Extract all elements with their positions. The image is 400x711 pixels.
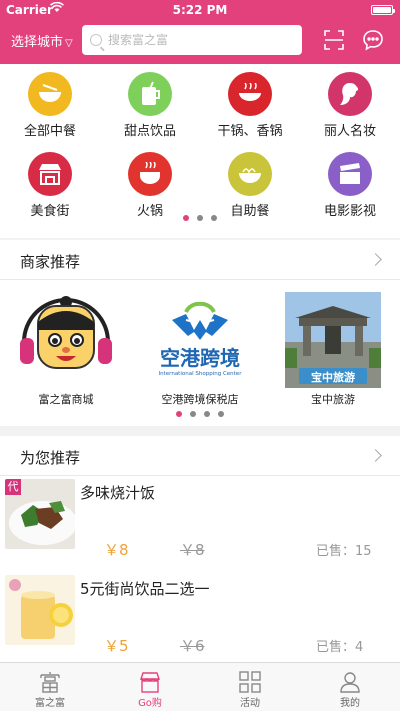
pager-dot	[190, 411, 196, 417]
category-item[interactable]: 火锅	[100, 144, 200, 224]
search-input[interactable]	[108, 25, 298, 55]
recommend-header[interactable]: 为您推荐	[0, 436, 400, 476]
hotpot-icon	[128, 152, 172, 196]
city-label: 选择城市	[11, 35, 64, 50]
agent-badge: 代	[5, 479, 21, 495]
merchant-carousel: 富之富商城 空港跨境 International Shopping Center…	[0, 280, 400, 426]
logo-subtitle: International Shopping Center	[158, 371, 242, 377]
bowl-icon	[28, 72, 72, 116]
status-bar: Carrier 5:22 PM	[0, 0, 400, 20]
tab-mine[interactable]: 我的	[300, 663, 400, 711]
product-sold-count: 已售：15	[316, 544, 372, 559]
merchant-card[interactable]: 富之富商城	[11, 292, 121, 407]
merchants-header[interactable]: 商家推荐	[0, 240, 400, 280]
tab-home[interactable]: 富之富	[0, 663, 100, 711]
category-item[interactable]: 自助餐	[200, 144, 300, 224]
tab-bar: 富之富 Go购 活动 我的	[0, 662, 400, 711]
product-original-price: ￥6	[180, 637, 205, 655]
scan-icon[interactable]	[324, 30, 344, 50]
product-title: 5元街尚饮品二选一	[80, 580, 210, 598]
chevron-down-icon: ▽	[65, 38, 73, 49]
logo-title: 空港跨境	[160, 346, 240, 370]
chevron-right-icon	[369, 449, 382, 462]
battery-icon	[371, 5, 395, 15]
merchant-card[interactable]: 空港跨境 International Shopping Center 空港跨境保…	[145, 292, 255, 407]
merchant-name: 宝中旅游	[311, 393, 355, 406]
category-label: 丽人名妆	[323, 124, 376, 139]
shop-icon	[140, 672, 160, 693]
product-original-price: ￥8	[180, 541, 205, 559]
product-item[interactable]: 5元街尚饮品二选一 ￥5 ￥6 已售：4	[0, 572, 400, 665]
section-title: 商家推荐	[20, 253, 81, 271]
tab-activities[interactable]: 活动	[200, 663, 300, 711]
storefront-icon	[28, 152, 72, 196]
category-item[interactable]: 美食街	[0, 144, 100, 224]
tab-label: 富之富	[35, 698, 65, 709]
category-pager[interactable]	[0, 215, 400, 221]
category-item[interactable]: 干锅、香锅	[200, 64, 300, 144]
product-title: 多味烧汁饭	[80, 484, 156, 502]
tab-label: 活动	[240, 698, 260, 709]
product-price: ￥8	[104, 541, 129, 559]
city-selector[interactable]: 选择城市 ▽	[11, 31, 73, 50]
drink-icon	[128, 72, 172, 116]
product-price: ￥5	[104, 637, 129, 655]
category-label: 干锅、香锅	[217, 124, 283, 139]
product-image	[5, 575, 75, 645]
pager-dot	[183, 215, 189, 221]
beauty-icon	[328, 72, 372, 116]
header-bar: Carrier 5:22 PM 选择城市 ▽	[0, 0, 400, 64]
user-icon	[340, 672, 360, 693]
category-grid: 全部中餐 甜点饮品 干锅、香锅 丽人名妆 美食街 火锅 自助餐 电影影视	[0, 64, 400, 238]
product-list: 代 多味烧汁饭 ￥8 ￥8 已售：15 5元街尚饮品二选一 ￥5 ￥6 已售：4	[0, 476, 400, 662]
merchant-card[interactable]: 宝中旅游 宝中旅游	[278, 292, 388, 407]
message-icon[interactable]	[362, 29, 384, 51]
product-image: 代	[5, 479, 75, 549]
fu-icon	[40, 672, 60, 693]
mascot-logo	[18, 292, 114, 388]
clapper-icon	[328, 152, 372, 196]
pager-dot	[218, 411, 224, 417]
pager-dot	[204, 411, 210, 417]
category-label: 全部中餐	[23, 124, 76, 139]
category-item[interactable]: 电影影视	[300, 144, 400, 224]
category-label: 甜点饮品	[123, 124, 176, 139]
wok-icon	[228, 72, 272, 116]
tab-label: Go购	[138, 698, 162, 709]
pager-dot	[176, 411, 182, 417]
search-icon	[90, 34, 102, 46]
tab-go-shop[interactable]: Go购	[100, 663, 200, 711]
gate-photo-logo: 宝中旅游	[285, 292, 381, 388]
category-item[interactable]: 丽人名妆	[300, 64, 400, 144]
status-time: 5:22 PM	[172, 3, 228, 17]
search-box[interactable]	[82, 25, 302, 55]
category-item[interactable]: 全部中餐	[0, 64, 100, 144]
pager-dot	[197, 215, 203, 221]
merchant-name: 空港跨境保税店	[161, 393, 239, 406]
section-title: 为您推荐	[20, 449, 81, 467]
airport-cross-border-logo: 空港跨境 International Shopping Center	[152, 292, 248, 388]
category-item[interactable]: 甜点饮品	[100, 64, 200, 144]
pager-dot	[211, 215, 217, 221]
tab-label: 我的	[340, 698, 360, 709]
merchant-pager[interactable]	[0, 411, 400, 417]
logo-banner-text: 宝中旅游	[311, 371, 355, 384]
noodles-icon	[228, 152, 272, 196]
chevron-right-icon	[369, 253, 382, 266]
product-item[interactable]: 代 多味烧汁饭 ￥8 ￥8 已售：15	[0, 476, 400, 569]
product-sold-count: 已售：4	[316, 640, 364, 655]
merchant-name: 富之富商城	[38, 393, 94, 406]
grid-icon	[239, 671, 261, 693]
